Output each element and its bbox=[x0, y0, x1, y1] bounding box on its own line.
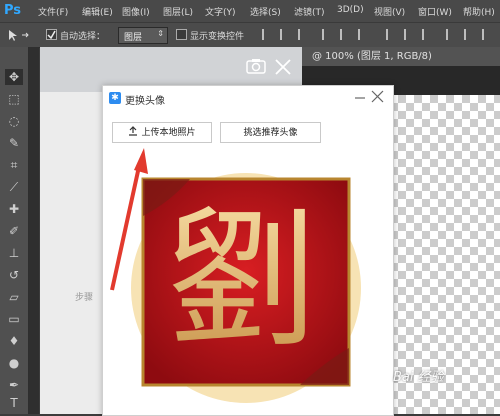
move-tool-icon[interactable]: ✥ bbox=[5, 69, 23, 85]
menu-item-filter[interactable]: 滤镜(T) bbox=[294, 5, 325, 18]
menu-item-layer[interactable]: 图层(L) bbox=[163, 5, 193, 18]
healing-tool-icon[interactable]: ✚ bbox=[5, 201, 23, 217]
history-brush-tool-icon[interactable]: ↺ bbox=[5, 267, 23, 283]
align-center-icon[interactable] bbox=[280, 29, 292, 40]
brush-tool-icon[interactable]: ✐ bbox=[5, 223, 23, 239]
avatar-character: 劉 bbox=[167, 194, 317, 368]
move-tool-icon[interactable] bbox=[6, 28, 32, 42]
upload-button-label: 上传本地照片 bbox=[141, 128, 196, 138]
menu-item-file[interactable]: 文件(F) bbox=[38, 5, 68, 18]
layer-select[interactable]: 图层 ⇕ bbox=[118, 27, 168, 44]
align-right-icon[interactable] bbox=[298, 29, 310, 40]
annotation-arrow bbox=[110, 148, 148, 291]
auto-select-checkbox[interactable] bbox=[46, 29, 57, 40]
recommend-button-label: 挑选推荐头像 bbox=[243, 128, 298, 138]
webpage-side-text: 步骤 bbox=[75, 293, 94, 303]
menu-item-select[interactable]: 选择(S) bbox=[250, 5, 281, 18]
menu-bar: Ps 文件(F) 编辑(E) 图像(I) 图层(L) 文字(Y) 选择(S) 滤… bbox=[0, 0, 500, 22]
dialog-title-bar: ✱ 更换头像 bbox=[103, 86, 393, 112]
layer-select-value: 图层 bbox=[124, 33, 143, 43]
crop-tool-icon[interactable]: ⌗ bbox=[5, 157, 23, 173]
distribute-center-icon[interactable] bbox=[464, 29, 476, 40]
document-tab[interactable]: @ 100% (图层 1, RGB/8) bbox=[300, 47, 500, 66]
stamp-tool-icon[interactable]: ⊥ bbox=[5, 245, 23, 261]
menu-item-help[interactable]: 帮助(H) bbox=[463, 5, 495, 18]
menu-item-edit[interactable]: 编辑(E) bbox=[82, 5, 113, 18]
show-transform-checkbox[interactable] bbox=[176, 29, 187, 40]
align-left-icon[interactable] bbox=[262, 29, 274, 40]
photoshop-logo: Ps bbox=[4, 3, 22, 18]
blur-tool-icon[interactable]: ♦ bbox=[5, 333, 23, 349]
options-bar: 自动选择： 图层 ⇕ 显示变换控件 bbox=[0, 22, 500, 48]
menu-item-image[interactable]: 图像(I) bbox=[122, 5, 150, 18]
close-icon[interactable] bbox=[371, 90, 384, 103]
menu-item-window[interactable]: 窗口(W) bbox=[418, 5, 452, 18]
auto-select-label: 自动选择： bbox=[60, 32, 106, 42]
distribute-bottom-icon[interactable] bbox=[422, 29, 434, 40]
dialog-app-icon: ✱ bbox=[109, 92, 121, 104]
menu-item-3d[interactable]: 3D(D) bbox=[337, 5, 364, 15]
align-middle-icon[interactable] bbox=[340, 29, 352, 40]
lasso-tool-icon[interactable]: ◌ bbox=[5, 113, 23, 129]
eyedropper-tool-icon[interactable]: ⟋ bbox=[5, 179, 23, 195]
gradient-tool-icon[interactable]: ▭ bbox=[5, 311, 23, 327]
webpage-sidebar bbox=[40, 92, 107, 414]
distribute-right-icon[interactable] bbox=[482, 29, 494, 40]
avatar-preview: 劉 bbox=[131, 173, 361, 403]
baidu-watermark: Bai 经验 bbox=[393, 370, 444, 385]
camera-icon[interactable] bbox=[246, 58, 266, 74]
pick-recommended-avatar-button[interactable]: 挑选推荐头像 bbox=[220, 122, 321, 143]
chevron-down-icon: ⇕ bbox=[157, 29, 164, 38]
type-tool-icon[interactable]: T bbox=[5, 395, 23, 411]
close-icon[interactable] bbox=[274, 58, 292, 76]
eraser-tool-icon[interactable]: ▱ bbox=[5, 289, 23, 305]
distribute-left-icon[interactable] bbox=[446, 29, 458, 40]
upload-icon bbox=[129, 126, 138, 136]
distribute-top-icon[interactable] bbox=[386, 29, 398, 40]
distribute-middle-icon[interactable] bbox=[404, 29, 416, 40]
align-bottom-icon[interactable] bbox=[358, 29, 370, 40]
minimize-icon[interactable] bbox=[355, 91, 365, 103]
quick-select-tool-icon[interactable]: ✎ bbox=[5, 135, 23, 151]
menu-item-type[interactable]: 文字(Y) bbox=[205, 5, 236, 18]
align-top-icon[interactable] bbox=[322, 29, 334, 40]
dodge-tool-icon[interactable]: ● bbox=[5, 355, 23, 371]
toolbox: ✥ ⬚ ◌ ✎ ⌗ ⟋ ✚ ✐ ⊥ ↺ ▱ ▭ ♦ ● ✒ T bbox=[0, 47, 29, 414]
pen-tool-icon[interactable]: ✒ bbox=[5, 377, 23, 393]
marquee-tool-icon[interactable]: ⬚ bbox=[5, 91, 23, 107]
panel-collapse-strip bbox=[29, 47, 39, 414]
dialog-title: 更换头像 bbox=[125, 96, 165, 107]
menu-item-view[interactable]: 视图(V) bbox=[374, 5, 405, 18]
show-transform-label: 显示变换控件 bbox=[190, 32, 245, 42]
